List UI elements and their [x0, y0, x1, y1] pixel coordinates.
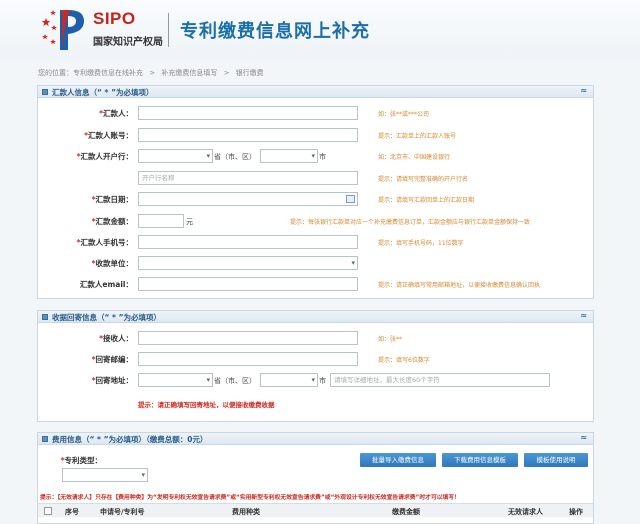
payer-name-input[interactable] — [138, 106, 358, 120]
zip-hint: 提示：填写6位数字 — [378, 357, 430, 364]
payer-amount-label: *汇款金额： — [91, 217, 133, 226]
payer-panel-header: 汇款人信息（“ * ”为必填项） ≈ — [38, 86, 593, 98]
receiver-label: *接收人： — [99, 334, 133, 343]
payer-email-row: 汇款人email： 提示：请正确填写常用邮箱地址，以便接收缴费信息确认回执 — [38, 277, 593, 291]
zip-row: *回寄邮编： 提示：填写6位数字 — [38, 352, 593, 366]
payer-amount-unit: 元 — [186, 218, 193, 226]
payer-name-label: *汇款人： — [99, 109, 133, 118]
address-detail-input[interactable]: 请填写详细地址，最大长度60个字符 — [330, 373, 550, 387]
fee-total: （缴费总额：0元） — [146, 435, 208, 444]
patent-type-select[interactable] — [62, 468, 148, 482]
breadcrumb-item[interactable]: 您的位置：专利缴费信息在线补充 — [38, 69, 143, 77]
address-province-select[interactable] — [138, 373, 213, 387]
fee-table-header: 序号 申请号/专利号 费用种类 缴费金额 无效请求人 操作 — [38, 503, 593, 517]
header-divider — [168, 13, 169, 47]
org-name: 国家知识产权局 — [93, 37, 163, 48]
bank-name-hint: 提示：请填写完整准确的开户行名 — [378, 176, 469, 183]
payer-date-input[interactable] — [138, 192, 358, 206]
payer-phone-label: *汇款人手机号： — [76, 238, 133, 247]
page-title: 专利缴费信息网上补充 — [180, 21, 370, 42]
payer-date-row: *汇款日期： 提示：请填写汇款回单上的汇款日期 — [38, 192, 593, 206]
fee-panel-header: 费用信息（“ * ”为必填项）（缴费总额：0元） ≈ — [38, 433, 593, 445]
breadcrumb-current: 银行缴费 — [235, 69, 264, 77]
payer-bank-name-row: 开户行名称 提示：请填写完整准确的开户行名 — [38, 171, 593, 185]
receipt-panel-header: 收据回寄信息（“ * ”为必填项） ≈ — [38, 311, 593, 323]
fee-warning: 提示：【无效请求人】只存在【费用种类】为“发明专利权无效宣告请求费”或“实用新型… — [40, 495, 460, 501]
payer-bank-hint: 如：北京市、中国建设银行 — [378, 154, 451, 161]
payer-panel-title: 汇款人信息（“ * ”为必填项） — [52, 88, 154, 97]
payer-email-hint: 提示：请正确填写常用邮箱地址，以便接收缴费信息确认回执 — [378, 282, 541, 289]
payer-name-row: *汇款人： 如：张**或***公司 — [38, 106, 593, 120]
download-template-button[interactable]: 下载费用信息模板 — [442, 453, 518, 467]
address-province-suffix: 省（市、区） — [214, 377, 256, 385]
payer-amount-input[interactable] — [138, 214, 184, 228]
address-label: *回寄地址： — [91, 376, 133, 385]
breadcrumb-separator: > — [149, 69, 156, 77]
city-suffix: 市 — [319, 153, 326, 161]
collapse-icon[interactable]: ≈ — [580, 311, 587, 320]
province-select[interactable] — [138, 149, 213, 163]
payer-bank-row: *汇款人开户行： 省（市、区） 市 如：北京市、中国建设银行 — [38, 149, 593, 163]
payer-email-label: 汇款人email： — [79, 280, 133, 289]
breadcrumb-item[interactable]: 补充缴费信息填写 — [161, 69, 217, 77]
receiving-unit-select[interactable] — [138, 256, 358, 270]
batch-import-button[interactable]: 批量导入缴费信息 — [360, 453, 436, 467]
payer-panel: 汇款人信息（“ * ”为必填项） ≈ *汇款人： 如：张**或***公司 *汇款… — [37, 85, 594, 299]
receiver-row: *接收人： 如：张** — [38, 331, 593, 345]
province-suffix: 省（市、区） — [214, 153, 256, 161]
col-fee-amount: 缴费金额 — [392, 508, 420, 516]
patent-type-label: *专利类型： — [60, 456, 102, 465]
col-actions: 操作 — [569, 508, 583, 516]
calendar-icon[interactable] — [346, 195, 355, 203]
breadcrumb-separator: > — [223, 69, 230, 77]
panel-marker-icon — [42, 436, 48, 442]
payer-phone-hint: 提示：填写手机号码，11位数字 — [378, 240, 464, 247]
panel-marker-icon — [42, 89, 48, 95]
collapse-icon[interactable]: ≈ — [580, 86, 587, 95]
bank-name-input[interactable]: 开户行名称 — [138, 171, 358, 185]
receiver-hint: 如：张** — [378, 336, 403, 343]
city-select[interactable] — [260, 149, 318, 163]
select-all-checkbox[interactable] — [44, 507, 52, 515]
receipt-panel-title: 收据回寄信息（“ * ”为必填项） — [52, 313, 162, 322]
payer-unit-row: *收款单位： — [38, 256, 593, 270]
zip-label: *回寄邮编： — [91, 355, 133, 364]
receipt-warning: 提示：请正确填写回寄地址，以便接收缴费收据 — [138, 401, 275, 409]
payer-email-input[interactable] — [138, 277, 358, 291]
fee-panel: 费用信息（“ * ”为必填项）（缴费总额：0元） ≈ *专利类型： 批量导入缴费… — [37, 432, 594, 524]
payer-account-input[interactable] — [138, 128, 358, 142]
payer-name-hint: 如：张**或***公司 — [378, 111, 430, 118]
zip-input[interactable] — [138, 352, 358, 366]
address-row: *回寄地址： 省（市、区） 市 请填写详细地址，最大长度60个字符 — [38, 373, 593, 387]
payer-account-row: *汇款人账号： 提示：汇款单上的汇款人账号 — [38, 128, 593, 142]
fee-panel-title: 费用信息（“ * ”为必填项）（缴费总额：0元） — [52, 435, 208, 444]
payer-amount-row: *汇款金额： 元 提示：每张银行汇款单对应一个补充缴费信息订单，汇款金额应与银行… — [38, 214, 593, 228]
collapse-icon[interactable]: ≈ — [580, 433, 587, 442]
payer-account-label: *汇款人账号： — [84, 131, 133, 140]
sipo-logo-icon — [41, 10, 84, 50]
panel-marker-icon — [42, 314, 48, 320]
brand-name: SIPO — [93, 9, 136, 28]
receiver-input[interactable] — [138, 331, 358, 345]
payer-amount-hint: 提示：每张银行汇款单对应一个补充缴费信息订单，汇款金额应与银行汇款单金额保持一致 — [290, 219, 531, 226]
address-city-select[interactable] — [260, 373, 318, 387]
address-city-suffix: 市 — [319, 377, 326, 385]
site-header: SIPO 国家知识产权局 专利缴费信息网上补充 — [0, 0, 640, 60]
breadcrumb: 您的位置：专利缴费信息在线补充 > 补充缴费信息填写 > 银行缴费 — [38, 68, 268, 78]
payer-phone-row: *汇款人手机号： 提示：填写手机号码，11位数字 — [38, 235, 593, 249]
receipt-panel: 收据回寄信息（“ * ”为必填项） ≈ *接收人： 如：张** *回寄邮编： 提… — [37, 310, 594, 422]
col-application-number: 申请号/专利号 — [100, 508, 145, 516]
payer-account-hint: 提示：汇款单上的汇款人账号 — [378, 133, 457, 140]
payer-date-hint: 提示：请填写汇款回单上的汇款日期 — [378, 197, 475, 204]
col-invalidation-requester: 无效请求人 — [508, 508, 543, 516]
col-index: 序号 — [65, 508, 79, 516]
payer-unit-label: *收款单位： — [91, 259, 133, 268]
col-fee-type: 费用种类 — [232, 508, 260, 516]
payer-bank-label: *汇款人开户行： — [76, 152, 133, 161]
payer-phone-input[interactable] — [138, 235, 358, 249]
payer-date-label: *汇款日期： — [91, 195, 133, 204]
template-guide-button[interactable]: 模板使用说明 — [524, 453, 588, 467]
